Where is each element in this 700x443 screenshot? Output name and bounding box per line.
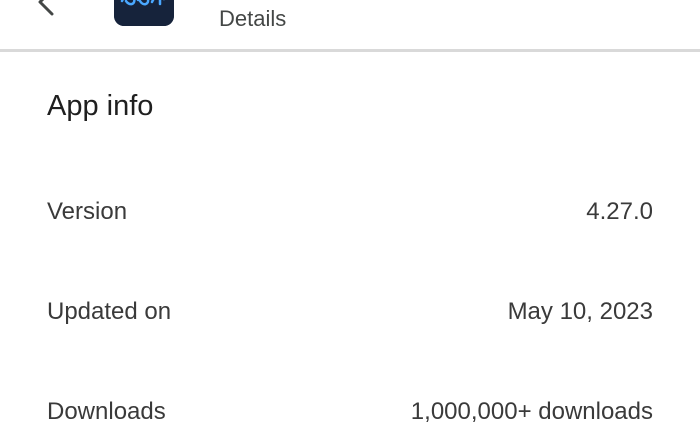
downloads-value: 1,000,000+ downloads xyxy=(410,398,653,425)
app-info-row-updated-on: Updated on May 10, 2023 xyxy=(0,300,700,340)
details-subtitle: Details xyxy=(219,6,287,31)
updated-on-value: May 10, 2023 xyxy=(507,298,653,325)
app-info-row-version: Version 4.27.0 xyxy=(0,200,700,240)
app-icon-button[interactable] xyxy=(114,0,174,26)
version-value: 4.27.0 xyxy=(586,198,653,225)
app-logo-icon xyxy=(114,0,174,26)
top-app-bar: Details xyxy=(0,0,700,52)
arrow-back-icon xyxy=(38,0,54,16)
updated-on-label: Updated on xyxy=(47,298,172,325)
back-button[interactable] xyxy=(28,0,62,18)
app-details-screen: Details App info Version 4.27.0 Updated … xyxy=(0,0,700,443)
downloads-label: Downloads xyxy=(47,398,166,425)
section-title-app-info: App info xyxy=(47,90,154,122)
version-label: Version xyxy=(47,198,128,225)
app-info-row-downloads: Downloads 1,000,000+ downloads xyxy=(0,400,700,440)
